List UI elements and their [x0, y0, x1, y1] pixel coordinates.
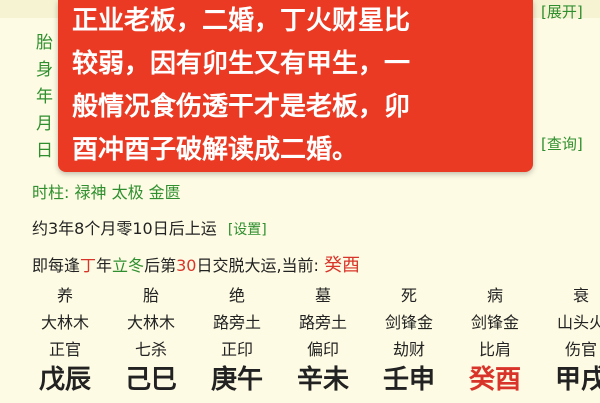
- stage-cell: 养: [56, 286, 73, 305]
- query-link[interactable]: [查询]: [541, 133, 583, 154]
- ten-god-cell: 劫财: [392, 340, 425, 359]
- nayin-cell: 剑锋金: [470, 313, 519, 332]
- expand-link[interactable]: [展开]: [541, 1, 583, 22]
- caption-line: 酉冲酉子破解读成二婚。: [72, 135, 359, 165]
- nayin-cell: 山头火: [556, 313, 600, 332]
- nayin-row: 大林木 大林木 路旁土 路旁土 剑锋金 剑锋金 山头火: [0, 309, 600, 336]
- ten-god-row: 正官 七杀 正印 偏印 劫财 比肩 伤官: [0, 336, 600, 363]
- luck-pillar[interactable]: 庚午: [194, 363, 280, 397]
- ten-god-cell: 比肩: [478, 340, 511, 359]
- caption-overlay: 正业老板，二婚，丁火财星比 较弱，因有卯生又有甲生，一 般情况食伤透干才是老板，…: [58, 0, 533, 172]
- label-shen: 身: [36, 60, 53, 80]
- hour-pillar-tags: 禄神 太极 金匮: [74, 183, 181, 202]
- ten-god-cell: 伤官: [564, 340, 597, 359]
- caption-line: 较弱，因有卯生又有甲生，一: [72, 49, 411, 79]
- label-yue: 月: [36, 114, 53, 134]
- luck-pillar[interactable]: 己巳: [108, 363, 194, 397]
- transition-mid1: 年: [96, 256, 113, 275]
- ten-god-cell: 偏印: [306, 340, 339, 359]
- stage-cell: 病: [486, 286, 503, 305]
- nayin-cell: 剑锋金: [384, 313, 433, 332]
- stage-cell: 胎: [142, 286, 159, 305]
- nayin-cell: 路旁土: [212, 313, 261, 332]
- start-luck-text: 约3年8个月零10日后上运: [32, 219, 217, 238]
- hour-pillar-label: 时柱:: [32, 183, 70, 202]
- ten-god-cell: 正官: [48, 340, 81, 359]
- luck-pillar[interactable]: 辛未: [280, 363, 366, 397]
- label-tai: 胎: [36, 33, 53, 53]
- start-luck-line: 约3年8个月零10日后上运 [设置]: [32, 215, 267, 239]
- transition-line: 即每逢丁年立冬后第30日交脱大运,当前: 癸酉: [32, 251, 360, 277]
- luck-pillar[interactable]: 壬申: [366, 363, 452, 397]
- transition-prefix: 即每逢: [32, 256, 81, 275]
- caption-line: 般情况食伤透干才是老板，卯: [72, 92, 411, 122]
- stage-cell: 死: [400, 286, 417, 305]
- transition-mid2: 后第: [144, 256, 177, 275]
- stage-cell: 墓: [314, 286, 331, 305]
- caption-line: 正业老板，二婚，丁火财星比: [72, 6, 411, 36]
- luck-pillar[interactable]: 戊辰: [22, 363, 108, 397]
- current-luck-pillar[interactable]: 癸酉: [452, 363, 538, 397]
- stage-cell: 绝: [228, 286, 245, 305]
- luck-pillars-grid: 养 胎 绝 墓 死 病 衰 大林木 大林木 路旁土 路旁土 剑锋金 剑锋金 山头…: [0, 282, 600, 403]
- nayin-cell: 路旁土: [298, 313, 347, 332]
- transition-term: 立冬: [112, 256, 145, 275]
- stage-cell: 衰: [572, 286, 589, 305]
- transition-day: 30: [176, 256, 197, 275]
- transition-suffix: 日交脱大运,当前:: [196, 256, 319, 275]
- pillar-row: 戊辰 己巳 庚午 辛未 壬申 癸酉 甲戌: [0, 363, 600, 403]
- pillar-labels: 胎 身 年 月 日: [36, 30, 60, 165]
- label-ri: 日: [36, 141, 53, 161]
- stage-row: 养 胎 绝 墓 死 病 衰: [0, 282, 600, 309]
- nayin-cell: 大林木: [40, 313, 89, 332]
- settings-link[interactable]: [设置]: [228, 222, 267, 238]
- hour-pillar-line: 时柱: 禄神 太极 金匮: [32, 179, 181, 203]
- nayin-cell: 大林木: [126, 313, 175, 332]
- luck-pillar[interactable]: 甲戌: [538, 363, 600, 397]
- transition-stem: 丁: [80, 256, 97, 275]
- current-luck: 癸酉: [324, 255, 361, 276]
- ten-god-cell: 七杀: [134, 340, 167, 359]
- ten-god-cell: 正印: [220, 340, 253, 359]
- label-nian: 年: [36, 87, 53, 107]
